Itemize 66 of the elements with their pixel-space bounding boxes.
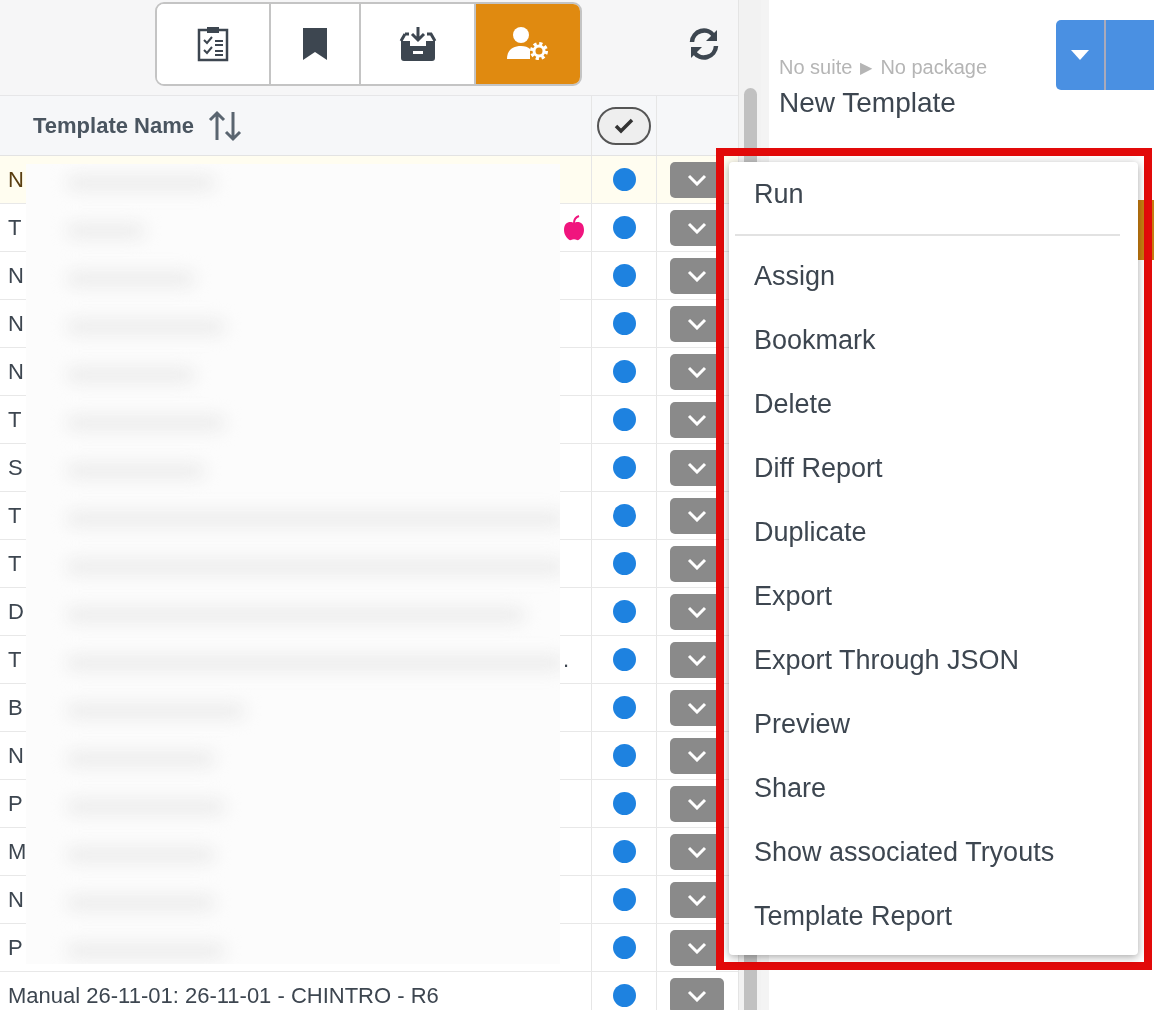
chevron-down-icon (687, 221, 707, 234)
chevron-down-icon (687, 701, 707, 714)
breadcrumb-separator: ▶ (860, 58, 873, 77)
template-name: S (8, 454, 23, 481)
dropdown-button[interactable] (1056, 20, 1106, 90)
menu-item[interactable]: Export (729, 564, 1138, 628)
chevron-down-icon (687, 557, 707, 570)
template-name: M (8, 838, 27, 865)
template-name: N (8, 886, 24, 913)
template-name: N (8, 742, 24, 769)
view-tab[interactable] (157, 4, 271, 84)
suite-label: No suite (779, 56, 853, 79)
chevron-down-icon (687, 605, 707, 618)
column-header: Template Name (33, 112, 194, 139)
package-label: No package (880, 56, 988, 79)
template-name: P (8, 934, 23, 961)
bookmark-icon (302, 28, 328, 60)
template-name: D (8, 598, 24, 625)
template-name: P (8, 790, 23, 817)
chevron-down-icon (687, 989, 707, 1002)
menu-item[interactable]: Show associated Tryouts (729, 820, 1138, 884)
chevron-down-icon (687, 317, 707, 330)
menu-item[interactable]: Export Through JSON (729, 628, 1138, 692)
menu-item[interactable]: Preview (729, 692, 1138, 756)
menu-item[interactable]: Duplicate (729, 500, 1138, 564)
menu-item[interactable]: Run (729, 162, 1138, 226)
template-name: N (8, 262, 24, 289)
menu-item[interactable]: Diff Report (729, 436, 1138, 500)
menu-item[interactable]: Delete (729, 372, 1138, 436)
chevron-down-icon (687, 269, 707, 282)
chevron-down-icon (687, 461, 707, 474)
select-all-button[interactable] (597, 106, 651, 145)
chevron-down-icon (687, 413, 707, 426)
chevron-down-icon (687, 797, 707, 810)
chevron-down-icon (687, 365, 707, 378)
row-menu-button[interactable] (670, 977, 724, 1010)
table-row[interactable]: Manual 26-11-01: 26-11-01 - CHINTRO - R6 (0, 972, 738, 1010)
check-icon (614, 117, 634, 134)
menu-item[interactable]: Share (729, 756, 1138, 820)
template-name: N (8, 310, 24, 337)
chevron-down-icon (687, 653, 707, 666)
template-name: T (8, 502, 22, 529)
template-name: T (8, 550, 22, 577)
template-name: T (8, 646, 22, 673)
inbox-icon (398, 27, 437, 61)
ellipsis-text: . (562, 646, 569, 673)
template-title: New Template (779, 87, 957, 119)
menu-item[interactable]: Assign (729, 244, 1138, 308)
clipboard-icon (197, 26, 229, 62)
template-name: N (8, 166, 24, 193)
chevron-down-icon (687, 173, 707, 186)
caret-icon (1071, 50, 1089, 60)
template-name: T (8, 406, 22, 433)
template-name: B (8, 694, 23, 721)
template-name: Manual 26-11-01: 26-11-01 - CHINTRO - R6 (8, 982, 439, 1009)
user-gear-icon (507, 27, 549, 61)
template-name: N (8, 358, 24, 385)
chevron-down-icon (687, 749, 707, 762)
sort-icon[interactable] (208, 109, 242, 142)
menu-item[interactable]: Template Report (729, 884, 1138, 948)
menu-item[interactable]: Bookmark (729, 308, 1138, 372)
chevron-down-icon (687, 941, 707, 954)
chevron-down-icon (687, 845, 707, 858)
chevron-down-icon (687, 509, 707, 522)
template-name: T (8, 214, 22, 241)
chevron-down-icon (687, 893, 707, 906)
